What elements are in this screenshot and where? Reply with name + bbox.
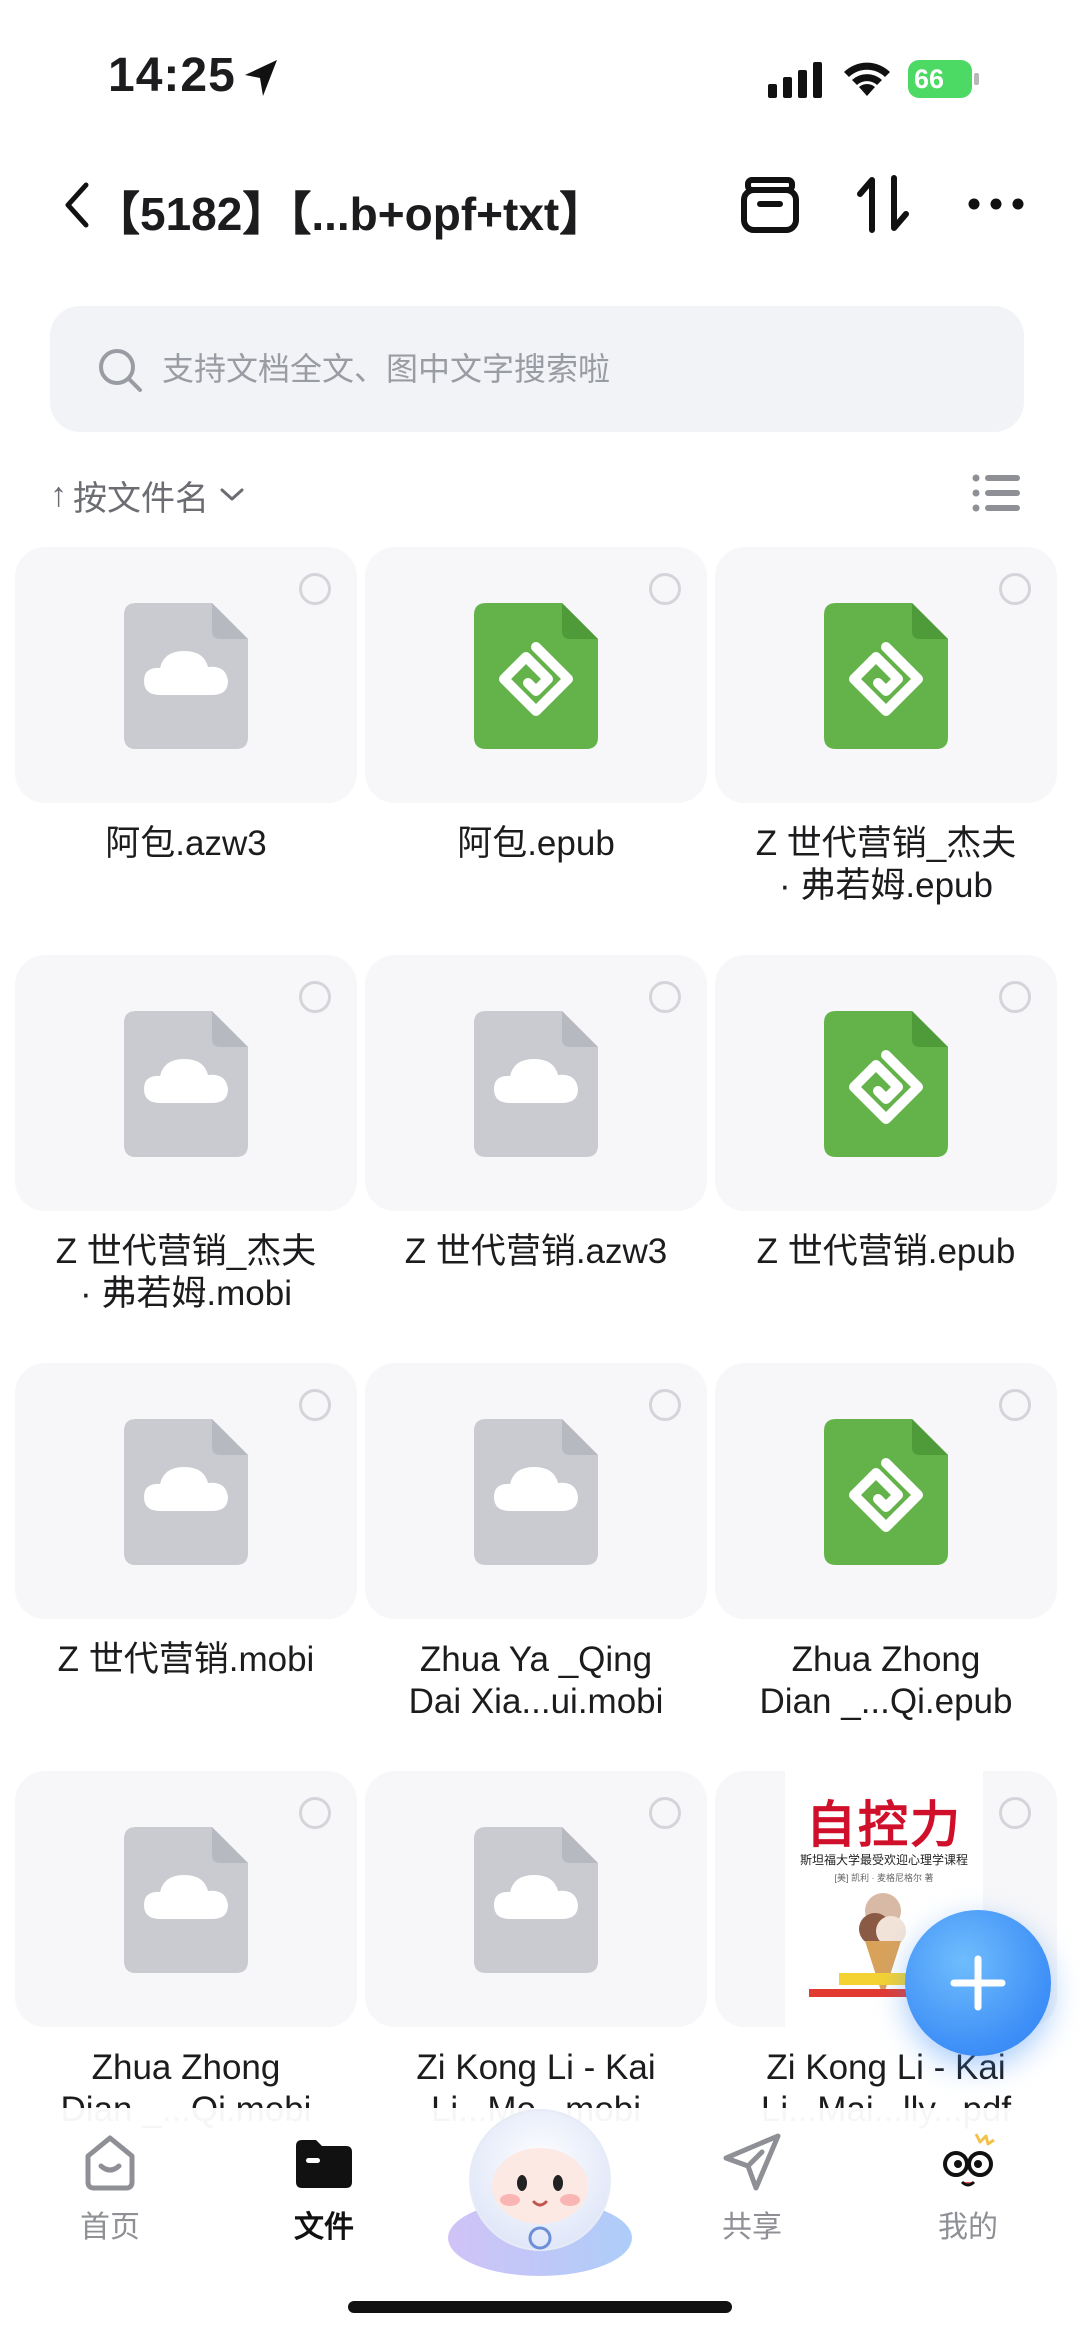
- search-icon: [99, 349, 142, 392]
- chevron-down-icon: [220, 488, 244, 501]
- status-bar: 14:25 66: [0, 0, 1080, 150]
- tab-share[interactable]: 共享: [672, 2130, 832, 2270]
- search-input[interactable]: [162, 306, 982, 432]
- file-item[interactable]: 阿包.azw3: [15, 547, 357, 947]
- epub-icon: [474, 603, 598, 749]
- location-arrow-icon: [245, 60, 277, 96]
- file-thumbnail[interactable]: [15, 547, 357, 803]
- cloud-file-icon: [124, 1827, 248, 1973]
- tab-home-label: 首页: [80, 2211, 140, 2244]
- search-bar[interactable]: [50, 306, 1024, 432]
- file-thumbnail[interactable]: [365, 1771, 707, 2027]
- select-checkbox[interactable]: [649, 1389, 681, 1421]
- file-name: Z 世代营销.mobi: [57, 1640, 315, 1679]
- cellular-signal-icon: [768, 62, 822, 98]
- select-checkbox[interactable]: [299, 1797, 331, 1829]
- select-checkbox[interactable]: [299, 573, 331, 605]
- file-name: Z 世代营销_杰夫 · 弗若姆.mobi: [55, 1232, 317, 1313]
- epub-icon: [824, 1419, 948, 1565]
- sort-label: 按文件名: [73, 479, 209, 518]
- cloud-file-icon: [124, 603, 248, 749]
- file-thumbnail[interactable]: [365, 547, 707, 803]
- select-checkbox[interactable]: [999, 1389, 1031, 1421]
- epub-icon: [824, 603, 948, 749]
- file-thumbnail[interactable]: [15, 955, 357, 1211]
- book-cover-author: [美] 凯利 · 麦格尼格尔 著: [834, 1873, 934, 1883]
- send-icon: [723, 2133, 781, 2191]
- file-item[interactable]: Z 世代营销.mobi: [15, 1363, 357, 1763]
- select-checkbox[interactable]: [999, 981, 1031, 1013]
- select-checkbox[interactable]: [649, 1797, 681, 1829]
- sort-dropdown[interactable]: ↑ 按文件名: [50, 470, 245, 520]
- page-title: 【5182】【...b+opf+txt】: [94, 188, 606, 240]
- file-thumbnail[interactable]: [15, 1771, 357, 2027]
- file-item[interactable]: Z 世代营销.azw3: [365, 955, 707, 1355]
- plus-icon: [950, 1955, 1006, 2011]
- cloud-file-icon: [124, 1011, 248, 1157]
- file-item[interactable]: Z 世代营销.epub: [715, 955, 1057, 1355]
- battery-tip: [974, 73, 979, 85]
- cloud-file-icon: [474, 1011, 598, 1157]
- file-name: Z 世代营销_杰夫 · 弗若姆.epub: [755, 824, 1017, 905]
- home-icon: [85, 2135, 135, 2191]
- file-name: 阿包.epub: [457, 824, 615, 863]
- cloud-file-icon: [474, 1827, 598, 1973]
- status-time: 14:25: [108, 49, 236, 102]
- file-thumbnail[interactable]: [715, 1363, 1057, 1619]
- cloud-file-icon: [474, 1419, 598, 1565]
- archive-box-icon[interactable]: [738, 172, 802, 236]
- book-cover-subtitle: 斯坦福大学最受欢迎心理学课程: [799, 1853, 968, 1867]
- more-options-icon[interactable]: [964, 172, 1028, 236]
- file-item[interactable]: Z 世代营销_杰夫 · 弗若姆.mobi: [15, 955, 357, 1355]
- tab-files-label: 文件: [294, 2211, 354, 2244]
- tab-home[interactable]: 首页: [30, 2130, 190, 2270]
- file-thumbnail[interactable]: [715, 955, 1057, 1211]
- tab-me[interactable]: 我的: [888, 2130, 1048, 2270]
- select-checkbox[interactable]: [999, 1797, 1031, 1829]
- sort-direction-arrow: ↑: [50, 475, 67, 514]
- sort-arrows-icon[interactable]: [852, 172, 916, 236]
- file-name: 阿包.azw3: [105, 824, 267, 863]
- battery-indicator: 66: [908, 60, 980, 98]
- tab-share-label: 共享: [722, 2211, 782, 2244]
- book-cover-title: 自控力: [806, 1795, 962, 1854]
- file-item[interactable]: Z 世代营销_杰夫 · 弗若姆.epub: [715, 547, 1057, 947]
- select-checkbox[interactable]: [999, 573, 1031, 605]
- file-name: Z 世代营销.epub: [756, 1232, 1016, 1271]
- back-chevron-icon[interactable]: [56, 175, 96, 235]
- wifi-icon: [844, 62, 890, 96]
- home-indicator: [348, 2301, 732, 2313]
- file-thumbnail[interactable]: [15, 1363, 357, 1619]
- list-view-icon[interactable]: [972, 472, 1020, 514]
- select-checkbox[interactable]: [649, 573, 681, 605]
- tab-me-label: 我的: [938, 2211, 998, 2244]
- file-name: Z 世代营销.azw3: [404, 1232, 668, 1271]
- select-checkbox[interactable]: [299, 1389, 331, 1421]
- file-name: Zhua Zhong Dian _...Qi.epub: [759, 1640, 1013, 1721]
- ai-assistant-mascot-icon[interactable]: [440, 2088, 640, 2278]
- epub-icon: [824, 1011, 948, 1157]
- file-item[interactable]: Zhua Ya _Qing Dai Xia...ui.mobi: [365, 1363, 707, 1763]
- file-thumbnail[interactable]: [715, 547, 1057, 803]
- file-name: Zhua Ya _Qing Dai Xia...ui.mobi: [408, 1640, 664, 1721]
- file-item[interactable]: Zhua Zhong Dian _...Qi.epub: [715, 1363, 1057, 1763]
- file-item[interactable]: 阿包.epub: [365, 547, 707, 947]
- profile-mascot-icon: [943, 2133, 995, 2187]
- cloud-file-icon: [124, 1419, 248, 1565]
- file-thumbnail[interactable]: [365, 955, 707, 1211]
- battery-level: 66: [908, 60, 972, 98]
- select-checkbox[interactable]: [299, 981, 331, 1013]
- tab-files[interactable]: 文件: [244, 2130, 404, 2270]
- file-thumbnail[interactable]: [365, 1363, 707, 1619]
- folder-icon: [296, 2140, 352, 2188]
- add-button[interactable]: [905, 1910, 1051, 2056]
- select-checkbox[interactable]: [649, 981, 681, 1013]
